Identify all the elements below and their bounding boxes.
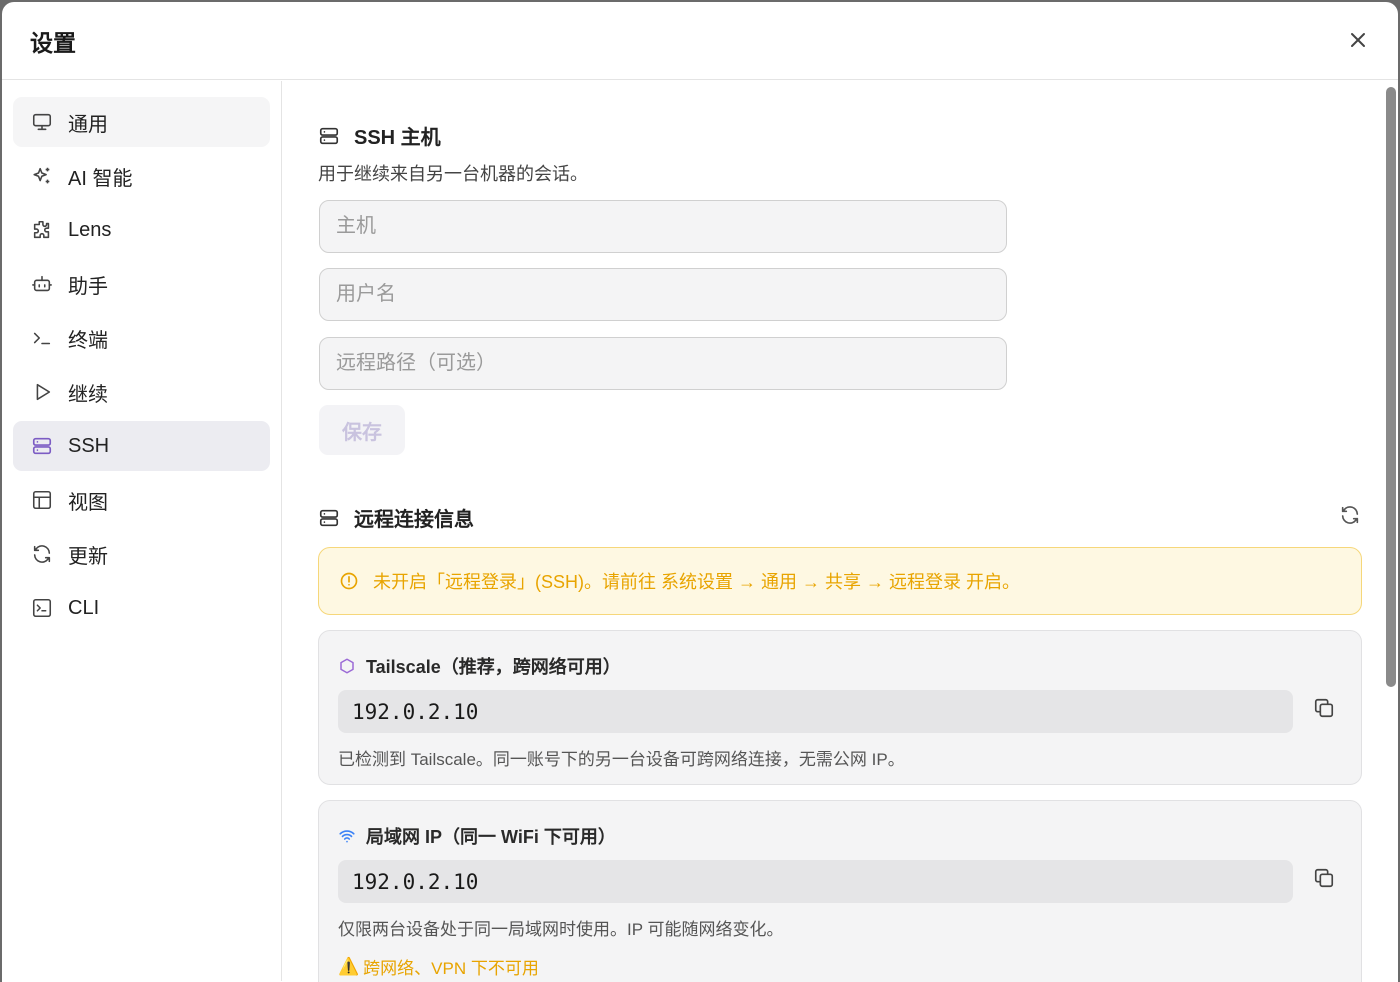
server-icon <box>319 509 339 526</box>
lan-title-text: 局域网 IP（同一 WiFi 下可用） <box>366 827 616 847</box>
terminal-icon <box>31 327 53 349</box>
save-button[interactable]: 保存 <box>319 405 405 455</box>
sidebar-item-label: 视图 <box>68 491 108 514</box>
lan-title: 局域网 IP（同一 WiFi 下可用） <box>338 823 1342 849</box>
sidebar-item-lens[interactable]: Lens <box>13 205 270 255</box>
remote-info-title-text: 远程连接信息 <box>354 509 474 531</box>
puzzle-icon <box>31 219 53 241</box>
sidebar-item-label: Lens <box>68 218 112 241</box>
sidebar-item-label: 更新 <box>68 545 108 568</box>
dialog-header: 设置 <box>2 2 1398 80</box>
sidebar-item-label: 助手 <box>68 275 108 298</box>
sidebar-item-update[interactable]: 更新 <box>13 529 270 579</box>
sidebar-item-assistant[interactable]: 助手 <box>13 259 270 309</box>
lan-ip: 192.0.2.10 <box>338 860 1293 903</box>
scrollbar[interactable] <box>1386 87 1396 687</box>
wifi-icon <box>339 830 355 843</box>
sidebar-item-terminal[interactable]: 终端 <box>13 313 270 363</box>
sidebar-item-general[interactable]: 通用 <box>13 97 270 147</box>
refresh-icon[interactable] <box>1339 504 1361 526</box>
tailscale-title: Tailscale（推荐，跨网络可用） <box>338 653 1342 679</box>
sidebar-item-label: 继续 <box>68 383 108 406</box>
server-icon <box>319 127 339 144</box>
close-icon[interactable] <box>1346 28 1370 52</box>
ssh-disabled-warning: 未开启「远程登录」(SSH)。请前往 系统设置 → 通用 → 共享 → 远程登录… <box>318 547 1362 615</box>
tailscale-ip: 192.0.2.10 <box>338 690 1293 733</box>
refresh-icon <box>31 543 53 565</box>
ssh-host-description: 用于继续来自另一台机器的会话。 <box>318 164 588 184</box>
host-input[interactable] <box>319 200 1007 253</box>
remote-path-input[interactable] <box>319 337 1007 390</box>
sidebar-item-label: SSH <box>68 434 110 457</box>
warning-text: 未开启「远程登录」(SSH)。请前往 系统设置 → 通用 → 共享 → 远程登录… <box>373 572 1021 592</box>
sidebar-item-label: 通用 <box>68 113 108 136</box>
sidebar-item-cli[interactable]: CLI <box>13 583 270 633</box>
sidebar-item-label: 终端 <box>68 329 108 352</box>
terminal-square-icon <box>31 597 53 619</box>
lan-card: 局域网 IP（同一 WiFi 下可用） 192.0.2.10 仅限两台设备处于同… <box>318 800 1362 982</box>
tailscale-note: 已检测到 Tailscale。同一账号下的另一台设备可跨网络连接，无需公网 IP… <box>338 750 905 769</box>
sidebar: 通用 AI 智能 Lens 助手 终端 继续 SSH 视图 更新 CLI <box>2 81 282 981</box>
ssh-host-title: SSH 主机 <box>318 121 588 150</box>
username-input[interactable] <box>319 268 1007 321</box>
play-icon <box>31 381 53 403</box>
bot-icon <box>31 273 53 295</box>
ssh-host-title-text: SSH 主机 <box>354 127 441 149</box>
copy-icon[interactable] <box>1313 697 1335 719</box>
dialog-title: 设置 <box>30 29 76 56</box>
tailscale-title-text: Tailscale（推荐，跨网络可用） <box>366 657 621 677</box>
sparkles-icon <box>31 165 53 187</box>
lan-warning-text: 跨网络、VPN 下不可用 <box>363 959 539 978</box>
lan-warning: ⚠️ 跨网络、VPN 下不可用 <box>338 954 1342 979</box>
shield-icon <box>340 658 354 674</box>
sidebar-item-continue[interactable]: 继续 <box>13 367 270 417</box>
layout-icon <box>31 489 53 511</box>
server-icon <box>31 435 53 457</box>
copy-icon[interactable] <box>1313 867 1335 889</box>
sidebar-item-label: CLI <box>68 596 100 619</box>
lan-note: 仅限两台设备处于同一局域网时使用。IP 可能随网络变化。 <box>338 920 784 939</box>
settings-dialog: 设置 通用 AI 智能 Lens 助手 终端 继续 SSH 视图 更新 CLI … <box>2 2 1398 982</box>
sidebar-item-ssh[interactable]: SSH <box>13 421 270 471</box>
remote-info-title: 远程连接信息 <box>318 503 474 532</box>
sidebar-item-label: AI 智能 <box>68 167 133 190</box>
settings-content: SSH 主机 用于继续来自另一台机器的会话。 保存 远程连接信息 未开启「远程登… <box>283 81 1383 982</box>
monitor-icon <box>31 111 53 133</box>
warning-triangle-icon: ⚠️ <box>338 956 360 976</box>
tailscale-card: Tailscale（推荐，跨网络可用） 192.0.2.10 已检测到 Tail… <box>318 630 1362 785</box>
alert-circle-icon <box>340 572 358 590</box>
sidebar-item-view[interactable]: 视图 <box>13 475 270 525</box>
sidebar-item-ai[interactable]: AI 智能 <box>13 151 270 201</box>
